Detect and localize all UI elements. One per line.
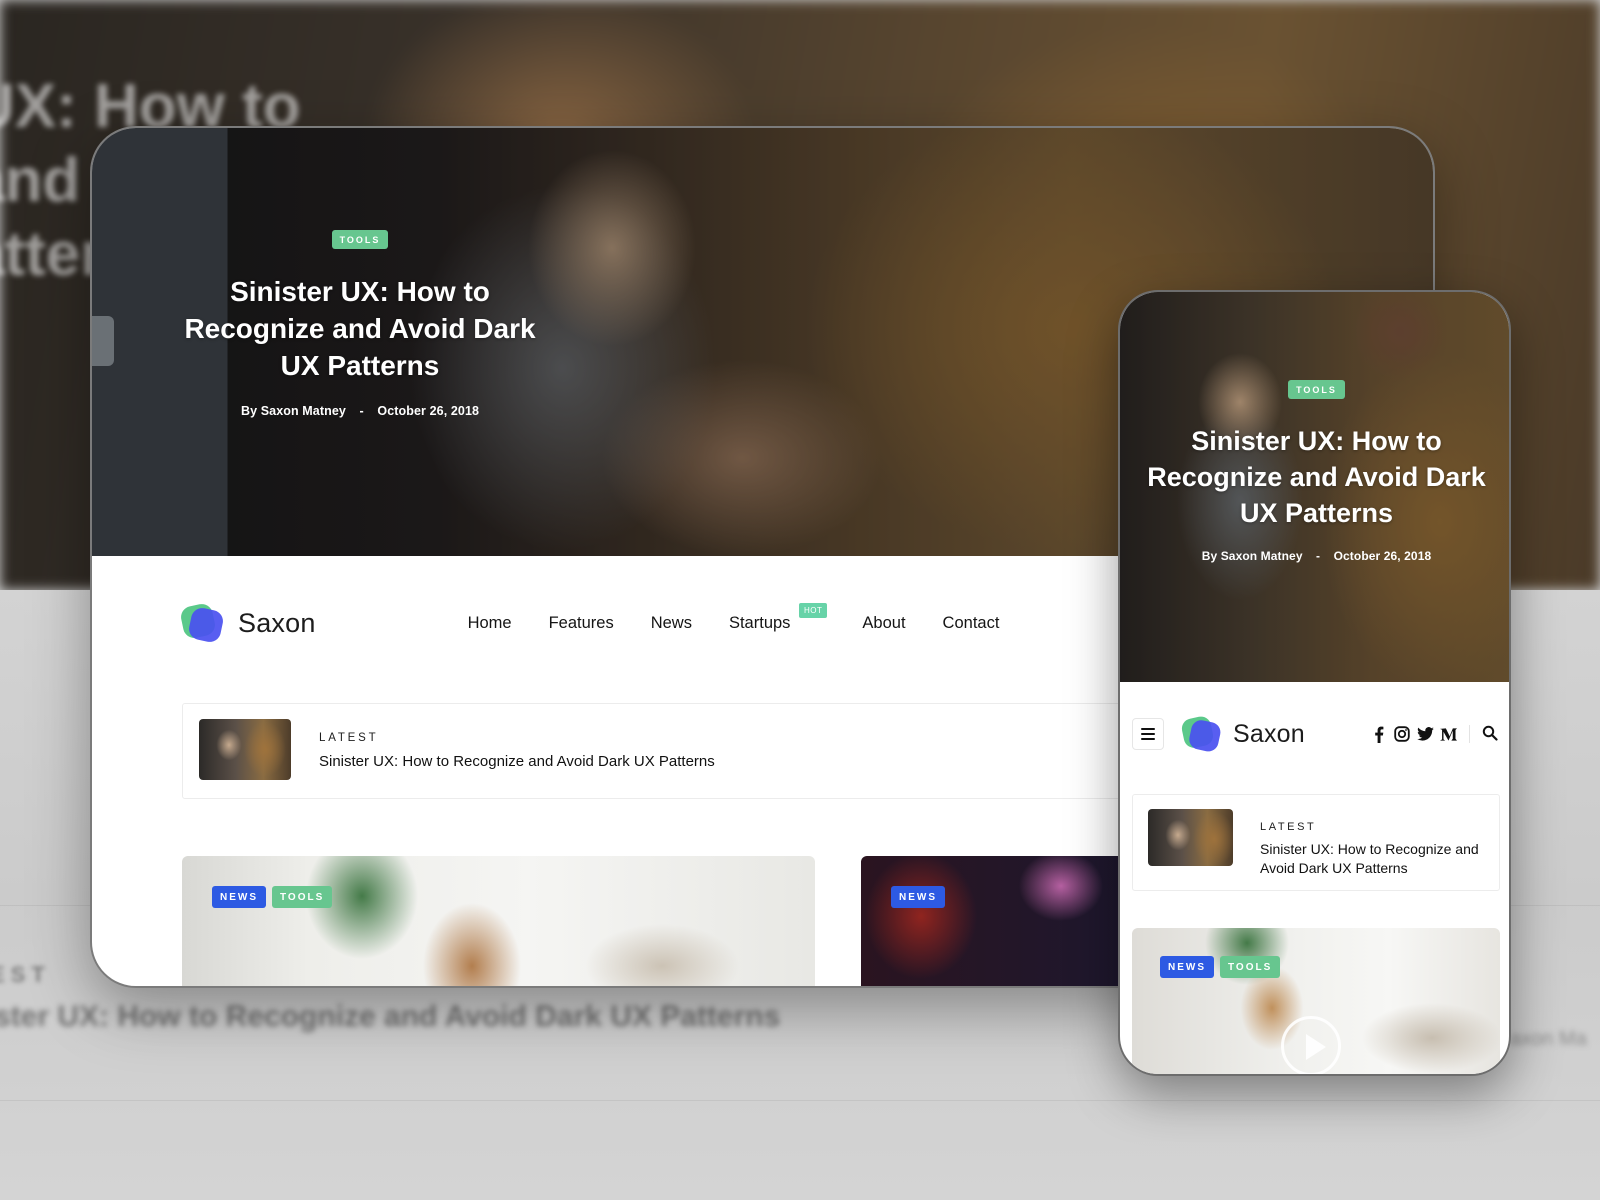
hero-author[interactable]: By Saxon Matney <box>241 404 346 418</box>
mobile-latest-post[interactable]: LATEST Sinister UX: How to Recognize and… <box>1132 794 1500 891</box>
category-badge-news[interactable]: NEWS <box>212 886 266 908</box>
mobile-mockup: TOOLS Sinister UX: How to Recognize and … <box>1118 290 1511 1076</box>
nav-item-news[interactable]: News <box>651 614 692 633</box>
social-links <box>1371 726 1457 743</box>
latest-label: LATEST <box>319 732 379 744</box>
play-icon[interactable] <box>1281 1016 1341 1074</box>
nav-item-startups[interactable]: Startups HOT <box>728 602 828 633</box>
twitter-icon[interactable] <box>1416 726 1434 743</box>
latest-post-thumbnail[interactable] <box>199 719 291 780</box>
main-navigation: Saxon Home Features News Startups HOT Ab… <box>179 602 1282 644</box>
brand-name[interactable]: Saxon <box>238 608 316 639</box>
background-divider <box>0 1100 1600 1101</box>
post-card[interactable]: NEWS TOOLS <box>182 856 815 986</box>
nav-item-about[interactable]: About <box>862 614 905 633</box>
card-badges: NEWS TOOLS <box>1160 956 1281 978</box>
background-latest-title: ster UX: How to Recognize and Avoid Dark… <box>0 1000 781 1033</box>
header-divider <box>1468 725 1470 743</box>
facebook-icon[interactable] <box>1371 726 1388 743</box>
nav-item-startups-label: Startups <box>728 613 791 632</box>
mobile-hero-content: TOOLS Sinister UX: How to Recognize and … <box>1130 380 1503 563</box>
background-latest-label: EST <box>0 962 51 987</box>
hero-author[interactable]: By Saxon Matney <box>1202 549 1303 563</box>
hero-meta: By Saxon Matney - October 26, 2018 <box>182 404 538 418</box>
mobile-header: Saxon <box>1132 714 1504 754</box>
mobile-hero-title[interactable]: Sinister UX: How to Recognize and Avoid … <box>1130 423 1503 531</box>
hero-date: October 26, 2018 <box>377 404 480 418</box>
brand-name[interactable]: Saxon <box>1233 720 1305 749</box>
saxon-logo-icon[interactable] <box>1180 714 1223 754</box>
background-author-text: axon Ma <box>1510 1028 1587 1050</box>
nav-item-contact[interactable]: Contact <box>943 614 1000 633</box>
nav-item-home[interactable]: Home <box>468 614 512 633</box>
hero-title[interactable]: Sinister UX: How to Recognize and Avoid … <box>182 273 538 384</box>
card-badges: NEWS <box>891 886 945 908</box>
hamburger-menu-button[interactable] <box>1132 718 1164 750</box>
mobile-hero-meta: By Saxon Matney - October 26, 2018 <box>1130 549 1503 563</box>
category-badge-tools[interactable]: TOOLS <box>1220 956 1281 978</box>
mobile-hero-section: TOOLS Sinister UX: How to Recognize and … <box>1120 292 1509 682</box>
category-badge-news[interactable]: NEWS <box>1160 956 1214 978</box>
slider-prev-handle[interactable] <box>92 316 114 366</box>
instagram-icon[interactable] <box>1394 726 1411 743</box>
latest-post-title[interactable]: Sinister UX: How to Recognize and Avoid … <box>1260 840 1490 878</box>
mobile-post-card[interactable]: NEWS TOOLS <box>1132 928 1500 1074</box>
hot-badge: HOT <box>799 602 828 618</box>
search-icon[interactable] <box>1482 725 1500 743</box>
category-badge-news[interactable]: NEWS <box>891 886 945 908</box>
latest-post-title[interactable]: Sinister UX: How to Recognize and Avoid … <box>319 753 715 770</box>
latest-post-thumbnail[interactable] <box>1148 809 1233 866</box>
category-badge-tools[interactable]: TOOLS <box>1288 380 1345 399</box>
latest-label: LATEST <box>1260 821 1317 833</box>
meta-separator: - <box>359 404 364 418</box>
saxon-logo-icon[interactable] <box>179 602 226 644</box>
hamburger-icon <box>1141 728 1155 741</box>
meta-separator: - <box>1316 549 1321 563</box>
medium-icon[interactable] <box>1439 726 1457 743</box>
hero-date: October 26, 2018 <box>1333 549 1432 563</box>
card-badges: NEWS TOOLS <box>212 886 333 908</box>
hero-content: TOOLS Sinister UX: How to Recognize and … <box>182 230 538 418</box>
nav-item-features[interactable]: Features <box>549 614 614 633</box>
category-badge-tools[interactable]: TOOLS <box>272 886 333 908</box>
category-badge-tools[interactable]: TOOLS <box>331 230 389 249</box>
nav-menu: Home Features News Startups HOT About Co… <box>468 602 1037 633</box>
